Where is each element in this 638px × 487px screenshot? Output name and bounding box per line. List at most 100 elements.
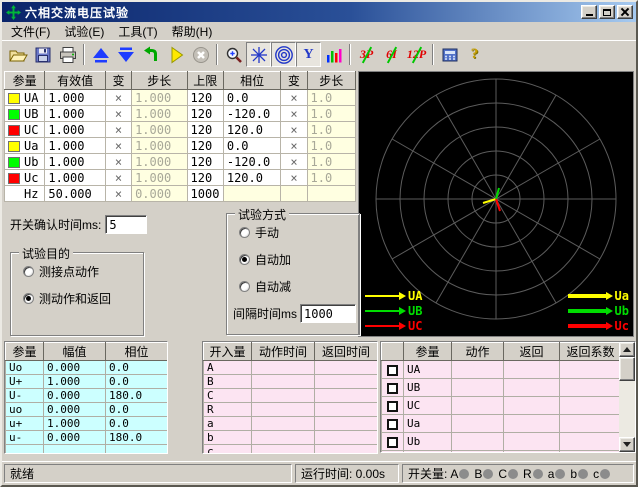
close-icon [621, 8, 629, 16]
param-cell[interactable]: 1.000 [45, 154, 106, 170]
param-cell[interactable]: 120 [187, 154, 223, 170]
row-checkbox[interactable] [387, 365, 398, 376]
param-name: UA [24, 91, 38, 105]
column-header: 返回系数 [560, 343, 622, 361]
param-cell[interactable]: × [281, 170, 307, 186]
up-triangle-icon [91, 45, 111, 65]
param-cell[interactable]: 1.000 [45, 122, 106, 138]
y-view-button[interactable]: Y [296, 42, 321, 67]
param-cell[interactable]: × [281, 106, 307, 122]
param-cell[interactable]: 120 [187, 90, 223, 106]
result-name-cell: UC [404, 397, 452, 415]
vector-view-button[interactable] [246, 42, 271, 67]
test-mode-title: 试验方式 [235, 206, 289, 223]
lower-value-button[interactable] [113, 42, 138, 67]
six-current-button[interactable]: 6I [379, 42, 404, 67]
save-button[interactable] [30, 42, 55, 67]
param-cell[interactable]: × [105, 138, 131, 154]
help-button[interactable]: ? [462, 42, 487, 67]
param-cell[interactable]: 50.000 [45, 186, 106, 202]
scroll-down-button[interactable] [619, 437, 635, 452]
test-mode-group: 试验方式 手动自动加自动减 间隔时间ms [226, 213, 360, 335]
radio-option[interactable]: 测动作和返回 [23, 290, 143, 307]
arrow-icon [365, 295, 399, 297]
circle-view-button[interactable] [271, 42, 296, 67]
input-cell [252, 403, 315, 417]
close-button[interactable] [617, 5, 633, 19]
column-header: 参量 [6, 343, 44, 361]
print-button[interactable] [55, 42, 80, 67]
toolbar-separator [83, 44, 85, 65]
switch-indicator: R [523, 467, 543, 481]
radio-option[interactable]: 测接点动作 [23, 263, 143, 280]
row-checkbox[interactable] [387, 419, 398, 430]
raise-value-button[interactable] [88, 42, 113, 67]
param-cell: 1.0 [307, 106, 355, 122]
table-row: b [204, 431, 378, 445]
maximize-button[interactable] [599, 5, 615, 19]
three-phase-label: 3P [360, 47, 373, 62]
interval-time-input[interactable] [300, 304, 356, 323]
param-cell[interactable]: × [105, 186, 131, 202]
param-cell[interactable]: × [281, 138, 307, 154]
param-cell: 0.000 [132, 186, 187, 202]
menu-item-3[interactable]: 工具(T) [111, 22, 164, 41]
confirm-time-input[interactable] [105, 215, 147, 234]
menu-item-2[interactable]: 试验(E) [57, 22, 111, 41]
param-cell[interactable]: × [281, 90, 307, 106]
param-cell[interactable]: × [105, 122, 131, 138]
minimize-button[interactable] [581, 5, 597, 19]
param-cell[interactable]: 1.000 [45, 90, 106, 106]
scroll-up-button[interactable] [619, 342, 635, 357]
param-cell[interactable]: × [105, 106, 131, 122]
param-cell[interactable]: 1000 [187, 186, 223, 202]
param-cell[interactable]: 120 [187, 170, 223, 186]
result-scrollbar[interactable] [619, 342, 635, 452]
row-checkbox[interactable] [387, 383, 398, 394]
arrow-tip-icon [399, 307, 406, 315]
row-checkbox[interactable] [387, 401, 398, 412]
table-row: UA1.000×1.0001200.0×1.0 [5, 90, 356, 106]
result-name-cell: Uc [404, 451, 452, 454]
param-cell[interactable]: 120 [187, 106, 223, 122]
param-cell[interactable]: 0.0 [223, 90, 280, 106]
open-button[interactable] [5, 42, 30, 67]
zoom-button[interactable] [221, 42, 246, 67]
three-phase-button[interactable]: 3P [354, 42, 379, 67]
radio-label: 测动作和返回 [39, 290, 111, 307]
calculator-button[interactable] [437, 42, 462, 67]
param-cell[interactable]: × [105, 90, 131, 106]
radio-option[interactable]: 手动 [239, 224, 359, 241]
menu-item-4[interactable]: 帮助(H) [165, 22, 220, 41]
twelve-phase-button[interactable]: 12P [404, 42, 429, 67]
reset-button[interactable] [138, 42, 163, 67]
param-cell[interactable]: -120.0 [223, 154, 280, 170]
radio-option[interactable]: 自动减 [239, 278, 359, 295]
param-cell[interactable]: 1.000 [45, 138, 106, 154]
param-cell: 1.000 [132, 170, 187, 186]
param-cell[interactable]: 1.000 [45, 106, 106, 122]
param-cell[interactable]: × [105, 154, 131, 170]
param-cell[interactable]: × [281, 122, 307, 138]
start-test-button[interactable] [163, 42, 188, 67]
column-header: 动作时间 [252, 343, 315, 361]
param-cell[interactable]: × [281, 154, 307, 170]
table-row [6, 445, 168, 455]
bar-view-button[interactable] [321, 42, 346, 67]
param-cell[interactable]: 120 [187, 122, 223, 138]
param-cell[interactable]: 120.0 [223, 122, 280, 138]
maximize-icon [603, 9, 611, 16]
param-cell: 1.000 [132, 90, 187, 106]
param-cell[interactable]: 0.0 [223, 138, 280, 154]
param-cell[interactable]: 120.0 [223, 170, 280, 186]
param-cell[interactable]: -120.0 [223, 106, 280, 122]
row-checkbox[interactable] [387, 437, 398, 448]
param-cell[interactable]: 120 [187, 138, 223, 154]
radio-icon [23, 266, 34, 277]
param-cell[interactable]: × [105, 170, 131, 186]
param-cell[interactable]: 1.000 [45, 170, 106, 186]
radio-option[interactable]: 自动加 [239, 251, 359, 268]
six-current-label: 6I [386, 47, 397, 62]
scrollbar-thumb[interactable] [619, 357, 635, 381]
menu-item-1[interactable]: 文件(F) [4, 22, 57, 41]
